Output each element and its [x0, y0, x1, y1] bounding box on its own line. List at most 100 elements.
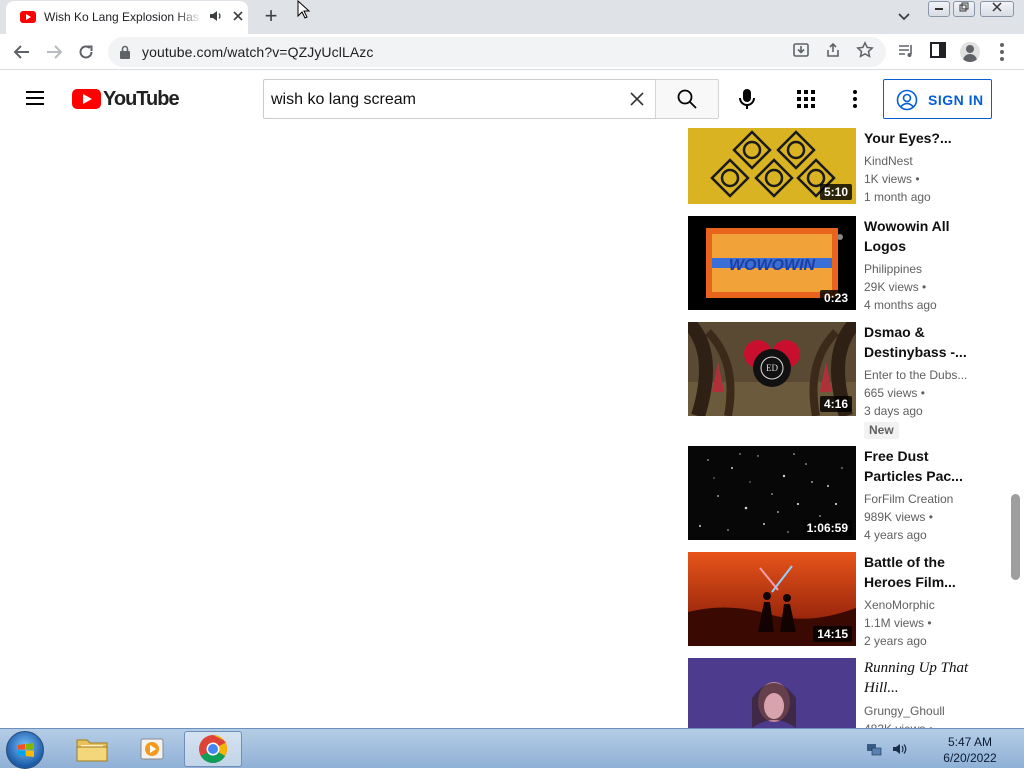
network-tray-icon[interactable] — [866, 741, 882, 757]
youtube-logo[interactable]: YouTube — [72, 88, 180, 111]
share-icon[interactable] — [824, 41, 842, 59]
upload-age: 2 years ago — [864, 634, 927, 648]
media-player-icon — [140, 738, 164, 760]
restore-window-button[interactable] — [953, 1, 975, 17]
youtube-apps-icon[interactable] — [797, 90, 815, 108]
view-count: 29K views • — [864, 280, 927, 294]
mouse-cursor-icon — [297, 0, 311, 19]
list-item[interactable]: WOWOWIN 0:23 Wowowin All Logos Philippin… — [688, 216, 978, 312]
profile-avatar-icon[interactable] — [960, 42, 980, 62]
video-meta: Battle of the Heroes Film... XenoMorphic… — [864, 552, 974, 650]
settings-more-icon[interactable] — [850, 89, 860, 109]
clock-date: 6/20/2022 — [943, 751, 997, 765]
guide-menu-icon[interactable] — [24, 89, 48, 109]
channel-name[interactable]: Grungy_Ghoull — [864, 702, 974, 720]
start-button[interactable] — [6, 731, 44, 769]
url-text[interactable]: youtube.com/watch?v=QZJyUclLAzc — [142, 44, 373, 60]
new-tab-button[interactable]: + — [260, 4, 282, 28]
video-meta: Your Eyes?... KindNest 1K views • 1 mont… — [864, 128, 974, 206]
upload-age: 4 months ago — [864, 298, 937, 312]
browser-toolbar: youtube.com/watch?v=QZJyUclLAzc — [0, 34, 1024, 70]
tab-strip: Wish Ko Lang Explosion Has + — [0, 0, 1024, 34]
chrome-taskbar-button[interactable] — [184, 731, 242, 767]
youtube-logo-text: YouTube — [103, 88, 180, 110]
video-meta: Dsmao & Destinybass -... Enter to the Du… — [864, 322, 974, 439]
chrome-icon — [199, 735, 227, 763]
file-explorer-taskbar-button[interactable] — [64, 731, 122, 767]
side-panel-icon[interactable] — [928, 42, 948, 62]
video-title[interactable]: Dsmao & Destinybass -... — [864, 322, 974, 362]
reload-button[interactable] — [74, 40, 98, 64]
video-thumbnail[interactable] — [688, 658, 856, 728]
list-item[interactable]: 1:06:59 Free Dust Particles Pac... ForFi… — [688, 446, 978, 542]
video-duration: 1:06:59 — [802, 520, 852, 536]
video-title[interactable]: Wowowin All Logos — [864, 216, 974, 256]
list-item[interactable]: 5:10 Your Eyes?... KindNest 1K views • 1… — [688, 110, 978, 204]
view-count: 1.1M views • — [864, 616, 932, 630]
channel-name[interactable]: KindNest — [864, 152, 974, 170]
folder-icon — [76, 739, 108, 762]
ed-logo-text: ED — [766, 363, 778, 373]
list-item[interactable]: ED 4:16 Dsmao & Destinybass -... Enter t… — [688, 322, 978, 439]
account-circle-icon — [896, 89, 918, 111]
video-meta: Wowowin All Logos Philippines 29K views … — [864, 216, 974, 314]
upload-age: 4 years ago — [864, 528, 927, 542]
upload-age: 1 month ago — [864, 190, 931, 204]
video-title[interactable]: Running Up That Hill... — [864, 658, 974, 698]
windows-logo-icon — [18, 743, 34, 757]
tab-search-chevron-icon[interactable] — [896, 8, 912, 24]
volume-tray-icon[interactable] — [892, 741, 908, 757]
channel-name[interactable]: Enter to the Dubs... — [864, 366, 974, 384]
video-thumbnail[interactable]: ED 4:16 — [688, 322, 856, 416]
forward-button[interactable] — [42, 40, 66, 64]
video-thumbnail[interactable]: 1:06:59 — [688, 446, 856, 540]
search-input[interactable]: wish ko lang scream — [263, 79, 656, 119]
video-duration: 14:15 — [813, 626, 852, 642]
new-badge: New — [864, 422, 899, 439]
close-window-button[interactable] — [980, 1, 1014, 17]
view-count: 483K views • — [864, 720, 974, 728]
video-title[interactable]: Battle of the Heroes Film... — [864, 552, 974, 592]
video-title[interactable]: Free Dust Particles Pac... — [864, 446, 974, 486]
address-bar[interactable]: youtube.com/watch?v=QZJyUclLAzc — [108, 37, 886, 67]
view-count: 989K views • — [864, 510, 933, 524]
audio-playing-icon[interactable] — [209, 10, 223, 25]
channel-name[interactable]: Philippines — [864, 260, 974, 278]
back-button[interactable] — [10, 40, 34, 64]
video-meta: Running Up That Hill... Grungy_Ghoull 48… — [864, 658, 974, 728]
video-title[interactable]: Your Eyes?... — [864, 128, 974, 148]
channel-name[interactable]: ForFilm Creation — [864, 490, 974, 508]
browser-menu-icon[interactable] — [996, 42, 1008, 62]
view-count: 1K views • — [864, 172, 920, 186]
windows-taskbar: 5:47 AM 6/20/2022 — [0, 728, 1024, 769]
install-app-icon[interactable] — [792, 41, 810, 59]
upload-age: 3 days ago — [864, 404, 923, 418]
list-item[interactable]: 14:15 Battle of the Heroes Film... XenoM… — [688, 552, 978, 648]
video-duration: 4:16 — [819, 396, 852, 412]
media-control-icon[interactable] — [896, 42, 916, 62]
minimize-window-button[interactable] — [928, 1, 950, 17]
video-duration: 5:10 — [819, 184, 852, 200]
wowowin-logo-text: WOWOWIN — [729, 257, 816, 274]
view-count: 665 views • — [864, 386, 925, 400]
lock-icon[interactable] — [120, 45, 130, 59]
voice-search-mic-icon[interactable] — [736, 88, 758, 110]
video-thumbnail[interactable]: WOWOWIN 0:23 — [688, 216, 856, 310]
bookmark-star-icon[interactable] — [856, 41, 874, 59]
browser-tab[interactable]: Wish Ko Lang Explosion Has — [6, 1, 248, 34]
clear-search-icon[interactable] — [626, 88, 648, 110]
video-thumbnail[interactable]: 14:15 — [688, 552, 856, 646]
video-duration: 0:23 — [819, 290, 852, 306]
sign-in-label: SIGN IN — [928, 92, 984, 108]
video-thumbnail[interactable]: 5:10 — [688, 128, 856, 204]
page-scrollbar-thumb[interactable] — [1011, 494, 1020, 580]
search-query-text[interactable]: wish ko lang scream — [271, 91, 416, 109]
channel-name[interactable]: XenoMorphic — [864, 596, 974, 614]
system-clock[interactable]: 5:47 AM 6/20/2022 — [930, 734, 1010, 766]
media-player-taskbar-button[interactable] — [126, 731, 184, 767]
tab-title-fade — [176, 6, 202, 26]
list-item[interactable]: Running Up That Hill... Grungy_Ghoull 48… — [688, 658, 978, 728]
search-icon — [677, 89, 697, 109]
video-meta: Free Dust Particles Pac... ForFilm Creat… — [864, 446, 974, 544]
close-tab-icon[interactable] — [230, 7, 246, 25]
